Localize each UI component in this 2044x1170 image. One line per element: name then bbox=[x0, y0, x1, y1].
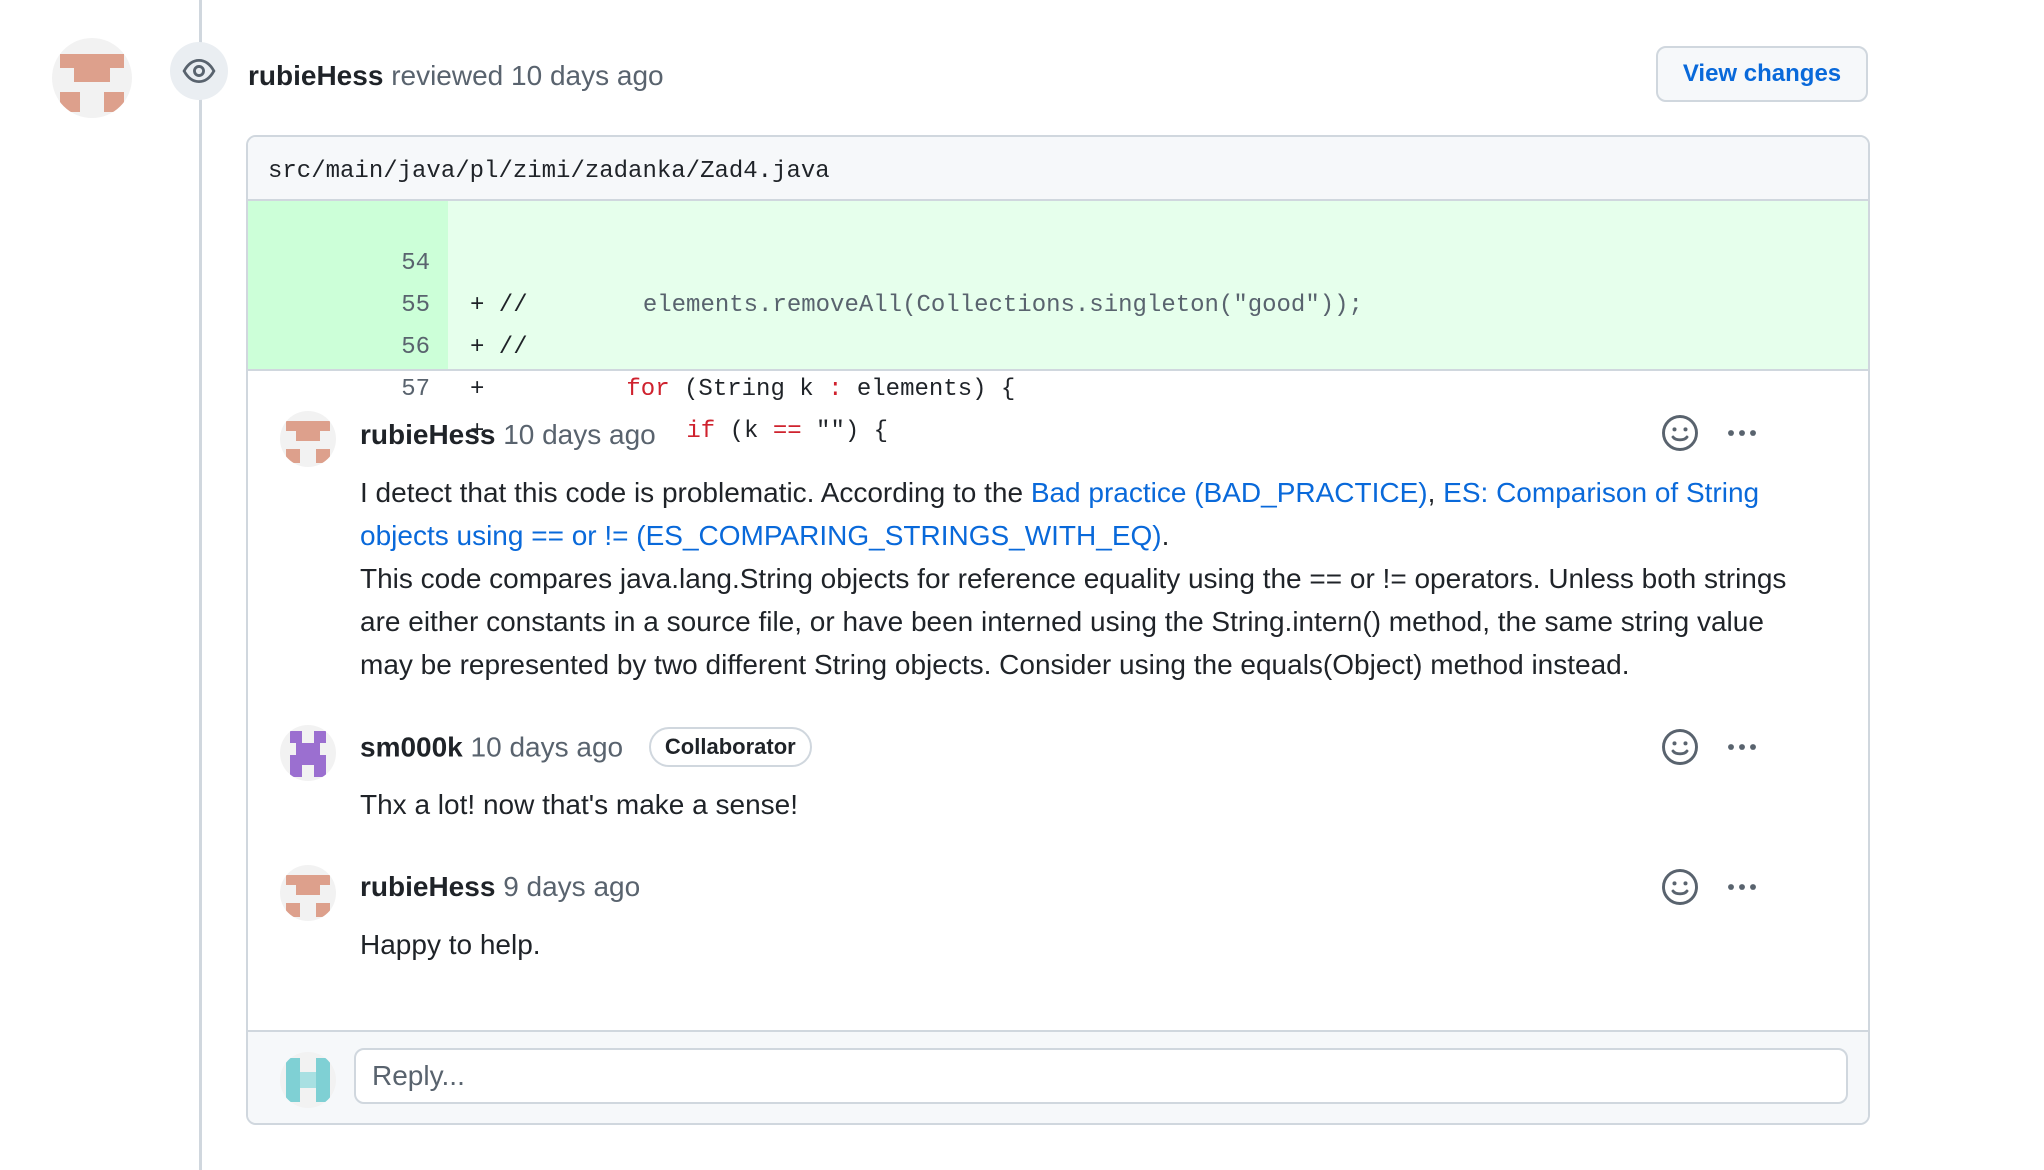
code-token: elements) { bbox=[842, 376, 1016, 403]
timeline-line bbox=[199, 0, 202, 1170]
code-line: + for (String k : elements) { bbox=[470, 369, 1015, 411]
comment-time[interactable]: 9 days ago bbox=[503, 871, 640, 902]
diff-line: 56 + for (String k : elements) { bbox=[248, 285, 1868, 403]
review-header: rubieHess reviewed 10 days ago bbox=[248, 58, 664, 94]
diff-prefix: + bbox=[470, 376, 485, 403]
code-text: if (k == "") { bbox=[686, 418, 888, 445]
current-user-avatar[interactable] bbox=[280, 1052, 336, 1108]
comment-actions bbox=[1658, 865, 1798, 909]
smiley-icon[interactable] bbox=[1658, 725, 1702, 769]
commenter-avatar[interactable] bbox=[280, 411, 336, 467]
comment-header: rubieHess 10 days ago bbox=[360, 417, 656, 453]
diff-line: 55 + // bbox=[248, 243, 1868, 361]
comment-author[interactable]: rubieHess bbox=[360, 871, 495, 902]
comment-text: I detect that this code is problematic. … bbox=[360, 477, 1031, 508]
reply-input[interactable] bbox=[354, 1048, 1848, 1104]
review-thread: src/main/java/pl/zimi/zadanka/Zad4.java … bbox=[246, 135, 1870, 1125]
smiley-icon[interactable] bbox=[1658, 411, 1702, 455]
bad-practice-link[interactable]: Bad practice (BAD_PRACTICE) bbox=[1031, 477, 1428, 508]
code-token: "") { bbox=[801, 418, 889, 445]
comment-body: I detect that this code is problematic. … bbox=[360, 471, 1810, 686]
code-text: for (String k : elements) { bbox=[626, 376, 1015, 403]
collaborator-badge: Collaborator bbox=[648, 727, 812, 767]
comment-author[interactable]: rubieHess bbox=[360, 419, 495, 450]
comment-body: Happy to help. bbox=[360, 929, 541, 960]
kebab-horizontal-icon[interactable] bbox=[1720, 725, 1764, 769]
diff-line: 54 + // elements.removeAll(Collections.s… bbox=[248, 201, 1868, 319]
diff-hunk: 54 + // elements.removeAll(Collections.s… bbox=[248, 201, 1868, 445]
review-time[interactable]: 10 days ago bbox=[511, 60, 664, 91]
kebab-horizontal-icon[interactable] bbox=[1720, 865, 1764, 909]
eye-icon bbox=[170, 42, 228, 100]
code-keyword: for bbox=[626, 376, 670, 403]
comment-text: , bbox=[1427, 477, 1444, 508]
comment-detail: This code compares java.lang.String obje… bbox=[360, 563, 1787, 680]
review-author[interactable]: rubieHess bbox=[248, 60, 383, 91]
diff-line: 57 + if (k == "") { bbox=[248, 327, 1868, 445]
commenter-avatar[interactable] bbox=[280, 865, 336, 921]
comment-header: rubieHess 9 days ago bbox=[360, 869, 640, 905]
comment-text: . bbox=[1161, 520, 1170, 551]
code-keyword: == bbox=[772, 418, 802, 445]
comment-actions bbox=[1658, 411, 1798, 455]
commenter-avatar[interactable] bbox=[280, 725, 336, 781]
reply-bar bbox=[248, 1030, 1868, 1123]
code-token: (k bbox=[715, 418, 773, 445]
comment-author[interactable]: sm000k bbox=[360, 731, 463, 762]
line-number[interactable]: 57 bbox=[248, 369, 430, 411]
kebab-horizontal-icon[interactable] bbox=[1720, 411, 1764, 455]
review-verb: reviewed bbox=[391, 60, 504, 91]
file-header: src/main/java/pl/zimi/zadanka/Zad4.java bbox=[248, 137, 1868, 201]
comment-header: sm000k 10 days ago Collaborator bbox=[360, 727, 812, 769]
comment-actions bbox=[1658, 725, 1798, 769]
smiley-icon[interactable] bbox=[1658, 865, 1702, 909]
code-keyword: if bbox=[686, 418, 716, 445]
view-changes-button[interactable]: View changes bbox=[1656, 46, 1868, 102]
file-path[interactable]: src/main/java/pl/zimi/zadanka/Zad4.java bbox=[268, 157, 830, 187]
code-keyword: : bbox=[828, 376, 843, 403]
code-token: (String k bbox=[669, 376, 829, 403]
comment-time[interactable]: 10 days ago bbox=[503, 419, 656, 450]
comment-time[interactable]: 10 days ago bbox=[471, 731, 624, 762]
reviewer-avatar[interactable] bbox=[52, 38, 132, 118]
comment-body: Thx a lot! now that's make a sense! bbox=[360, 789, 799, 820]
